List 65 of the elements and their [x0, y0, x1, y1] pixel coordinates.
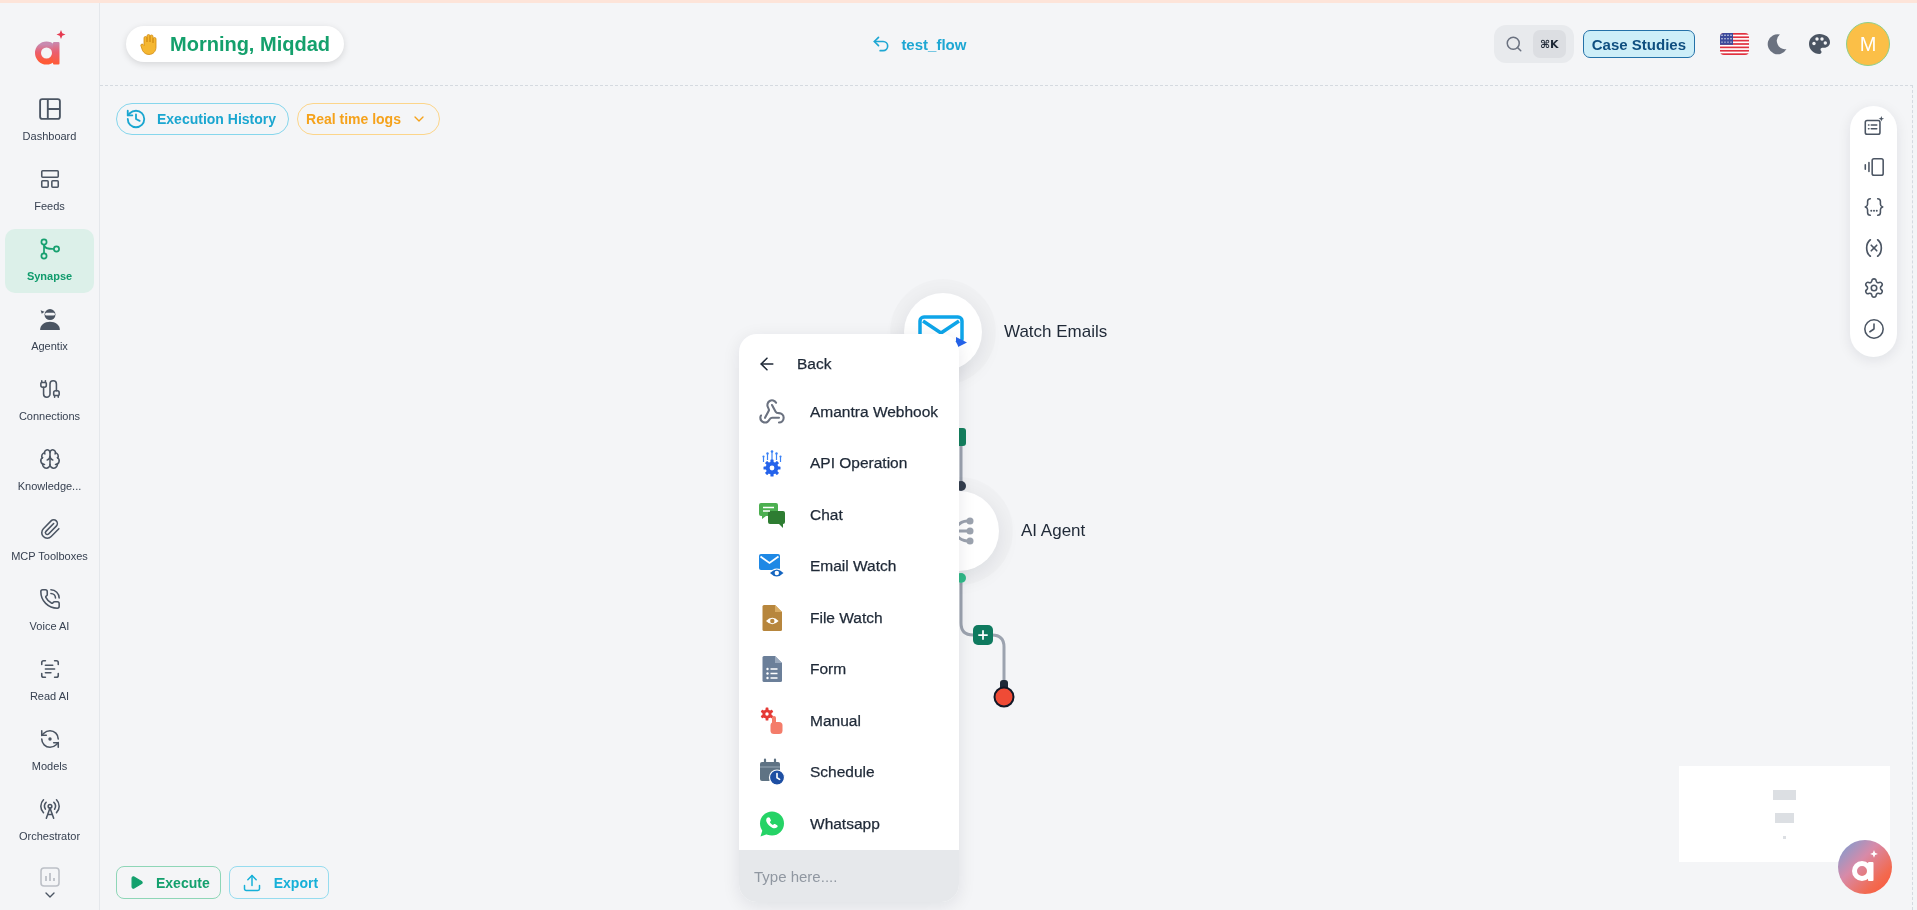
menu-item[interactable]: File Watch: [739, 592, 959, 644]
nav-item[interactable]: Read AI: [5, 649, 94, 713]
waving-hand-icon: [140, 33, 160, 55]
back-button[interactable]: Back: [739, 342, 959, 386]
nav-item[interactable]: MCP Toolboxes: [5, 509, 94, 573]
nav-item[interactable]: Connections: [5, 369, 94, 433]
branch-icon: [38, 238, 61, 260]
nav-item[interactable]: Orchestrator: [5, 789, 94, 853]
whatsapp-icon: [758, 809, 786, 838]
webhook-icon: [758, 397, 786, 426]
vibrate-icon[interactable]: [1862, 155, 1885, 178]
clock-icon[interactable]: [1862, 317, 1885, 340]
minimap[interactable]: [1679, 766, 1890, 862]
nav-item[interactable]: Dashboard: [5, 89, 94, 153]
app-logo-icon[interactable]: [32, 29, 67, 65]
nav-item[interactable]: Voice AI: [5, 579, 94, 643]
plus-icon: [976, 628, 990, 642]
search-input[interactable]: Type here....: [739, 849, 959, 902]
minimap-node: [1783, 836, 1786, 839]
settings-icon[interactable]: [1862, 277, 1885, 300]
add-step-button[interactable]: [973, 625, 993, 645]
calendar-clock-icon: [758, 758, 786, 787]
layout-icon: [38, 168, 61, 190]
play-icon: [129, 875, 144, 890]
braces-icon[interactable]: [1862, 196, 1885, 219]
refresh-icon: [38, 728, 61, 750]
menu-item[interactable]: Schedule: [739, 746, 959, 798]
node-label: AI Agent: [1021, 521, 1086, 541]
menu-item[interactable]: Email Watch: [739, 540, 959, 592]
nav-item[interactable]: Agentix: [5, 299, 94, 363]
assistant-logo-icon[interactable]: [1838, 840, 1892, 894]
person-icon: [38, 308, 61, 330]
brain-icon: [38, 448, 61, 470]
menu-item[interactable]: Manual: [739, 695, 959, 747]
shortcut-key: ⌘K: [1532, 30, 1566, 58]
plug-icon: [38, 378, 61, 400]
history-icon: [125, 108, 147, 130]
nav-item[interactable]: Feeds: [5, 159, 94, 223]
menu-item[interactable]: Chat: [739, 489, 959, 541]
phone-icon: [38, 588, 61, 610]
menu-item[interactable]: Amantra Webhook: [739, 386, 959, 438]
greeting-text: Morning, Miqdad: [170, 32, 330, 56]
search-button[interactable]: ⌘K: [1493, 25, 1574, 63]
nav-item[interactable]: Models: [5, 719, 94, 783]
gear-hand-icon: [758, 706, 786, 735]
node-label: Watch Emails: [1004, 322, 1108, 342]
chat-icon: [758, 500, 786, 529]
search-icon: [1504, 35, 1523, 53]
end-marker[interactable]: [993, 680, 1015, 708]
nav-item[interactable]: Knowledge...: [5, 439, 94, 503]
case-studies-button[interactable]: Case Studies: [1582, 30, 1695, 58]
layout-icon: [38, 98, 61, 120]
menu-item[interactable]: API Operation: [739, 437, 959, 489]
antenna-icon: [38, 798, 61, 820]
paperclip-icon: [38, 518, 61, 540]
menu-item[interactable]: Form: [739, 643, 959, 695]
minimap-node: [1775, 813, 1794, 823]
moon-icon[interactable]: [1766, 33, 1788, 55]
scan-icon: [38, 658, 61, 680]
us-flag-icon[interactable]: [1720, 33, 1749, 55]
upload-icon: [241, 872, 262, 893]
list-sparkle-icon[interactable]: [1862, 115, 1885, 137]
palette-icon[interactable]: [1808, 33, 1831, 55]
menu-item[interactable]: Whatsapp: [739, 798, 959, 850]
minimap-node: [1773, 790, 1796, 800]
